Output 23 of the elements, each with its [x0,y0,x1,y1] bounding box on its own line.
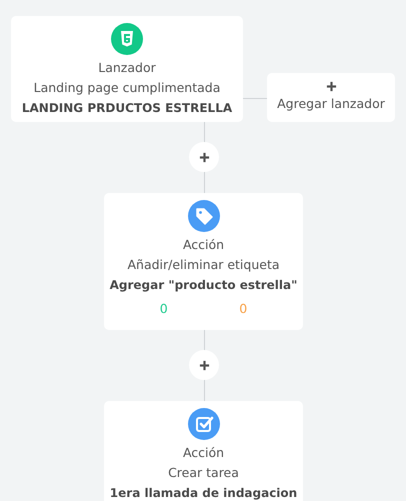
node-title: Lanzador [98,59,156,77]
action-card[interactable]: Acción Añadir/eliminar etiqueta Agregar "producto estrella" 0 0 [104,193,303,330]
add-trigger-button[interactable]: Agregar lanzador [267,73,395,122]
node-type: Landing page cumplimentada [34,79,220,97]
trigger-card[interactable]: Lanzador Landing page cumplimentada LANDING PRDUCTOS ESTRELLA [11,16,243,122]
add-step-button[interactable] [189,350,219,380]
node-title: Acción [182,444,224,462]
plus-icon [198,360,210,370]
count-value: 0 [239,301,248,316]
tag-icon [188,200,220,232]
add-step-button[interactable] [189,142,219,172]
count-value: 0 [160,301,168,316]
plus-icon [326,81,336,92]
node-detail: 1era llamada de indagacion [110,485,298,501]
node-type: Crear tarea [168,464,239,482]
node-title: Acción [182,236,224,254]
checkbox-icon [188,408,220,440]
node-type: Añadir/eliminar etiqueta [127,256,280,274]
shield-icon [111,23,143,55]
plus-icon [198,152,210,162]
node-detail: Agregar "producto estrella" [110,277,298,294]
action-card[interactable]: Acción Crear tarea 1era llamada de indagacion [104,401,303,501]
node-detail: LANDING PRDUCTOS ESTRELLA [22,100,232,117]
